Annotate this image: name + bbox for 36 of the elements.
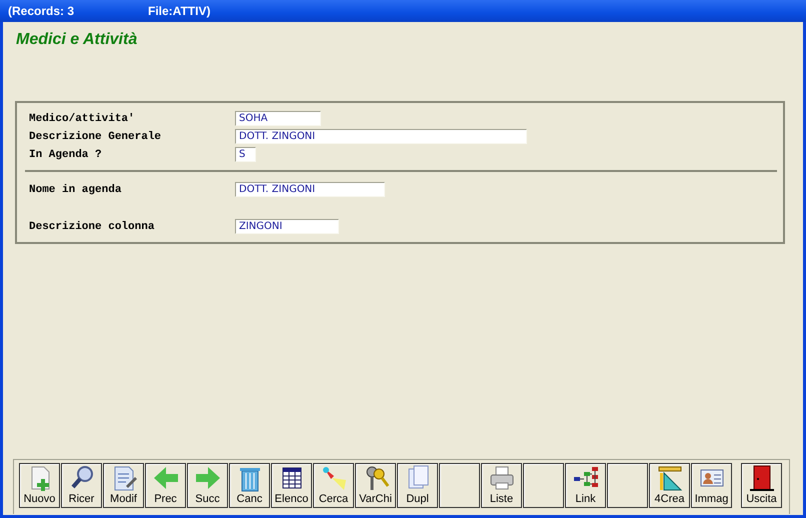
blank-button[interactable]	[523, 463, 564, 508]
field-label: Medico/attivita'	[29, 112, 136, 124]
toolbar-button[interactable]: Ricer	[61, 463, 102, 508]
toolbar-button[interactable]: Liste	[481, 463, 522, 508]
input-field[interactable]: SOHA	[235, 111, 321, 126]
blank-button[interactable]	[439, 463, 480, 508]
toolbar-button[interactable]: Cerca	[313, 463, 354, 508]
door-icon	[748, 464, 776, 492]
toolbar-button[interactable]: Nuovo	[19, 463, 60, 508]
exit-button[interactable]: Uscita	[741, 463, 782, 508]
printer-icon	[488, 464, 516, 492]
blank-button[interactable]	[607, 463, 648, 508]
ruler-triangle-icon	[656, 464, 684, 492]
toolbar-button[interactable]: Succ	[187, 463, 228, 508]
toolbar-button[interactable]: Canc	[229, 463, 270, 508]
input-field[interactable]: DOTT. ZINGONI	[235, 129, 527, 144]
input-field[interactable]: ZINGONI	[235, 219, 339, 234]
toolbar-button[interactable]: 4Crea	[649, 463, 690, 508]
toolbar-button[interactable]: Elenco	[271, 463, 312, 508]
field-label: In Agenda ?	[29, 148, 103, 160]
field-label: Descrizione colonna	[29, 220, 156, 232]
input-field[interactable]: S	[235, 147, 256, 162]
toolbar-button[interactable]: Modif	[103, 463, 144, 508]
field-label: Nome in agenda	[29, 184, 122, 196]
right-arrow-icon	[194, 464, 222, 492]
input-field[interactable]: DOTT. ZINGONI	[235, 182, 385, 197]
toolbar-button[interactable]: Dupl	[397, 463, 438, 508]
toolbar-button[interactable]: Link	[565, 463, 606, 508]
toolbar-button[interactable]: Immag	[691, 463, 732, 508]
form-heading: Medici e Attività	[16, 31, 138, 49]
left-arrow-icon	[152, 464, 180, 492]
field-label: Descrizione Generale	[29, 130, 162, 142]
toolbar-button[interactable]: VarChi	[355, 463, 396, 508]
toolbar-button[interactable]: Prec	[145, 463, 186, 508]
window-title: (Records: 3	[8, 4, 76, 18]
window-title: File:ATTIV)	[148, 4, 210, 18]
